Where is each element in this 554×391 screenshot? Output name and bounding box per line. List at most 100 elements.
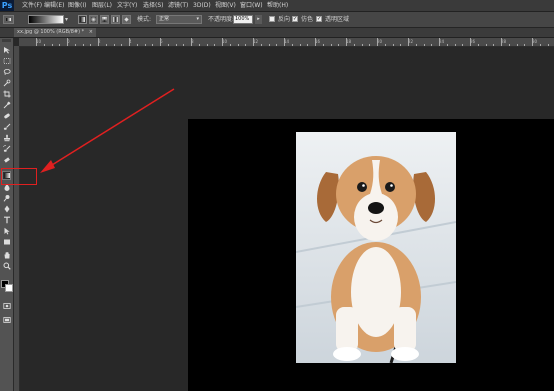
panel-grip[interactable]: [2, 39, 11, 42]
diamond-gradient-button[interactable]: [122, 15, 131, 24]
ruler-tick: [415, 44, 417, 46]
eyedropper-tool-icon[interactable]: [2, 100, 11, 109]
quick-select-tool-icon[interactable]: [2, 78, 11, 87]
clone-stamp-tool-icon[interactable]: [2, 133, 11, 142]
puppy-photo: [296, 132, 456, 363]
tools-panel: [0, 38, 14, 391]
ruler-tick: [322, 44, 324, 46]
chevron-down-icon: ▾: [196, 16, 199, 22]
ruler-tick: [346, 38, 347, 46]
gradient-preset-icon: [6, 18, 11, 21]
ruler-tick: [384, 44, 386, 46]
ruler-tick: [291, 44, 293, 46]
ruler-tick: [121, 44, 123, 46]
reverse-label: 反向: [278, 16, 291, 23]
ruler-tick: [214, 44, 216, 46]
mode-select[interactable]: 正常 ▾: [156, 15, 202, 24]
lasso-tool-icon[interactable]: [2, 67, 11, 76]
arrow-head-icon: [40, 160, 55, 173]
ruler-tick: [493, 44, 495, 46]
opacity-value: 100%: [235, 16, 250, 22]
ruler-tick: [144, 44, 146, 46]
menu-view[interactable]: 视图(V): [215, 0, 236, 11]
document-tab[interactable]: xx.jpg @ 100% (RGB/8#) * ×: [14, 28, 96, 37]
menu-select[interactable]: 选择(S): [143, 0, 164, 11]
ruler-tick: [136, 44, 138, 46]
gradient-tool-highlight: [1, 168, 37, 185]
ruler-tick: [237, 44, 239, 46]
menu-window[interactable]: 窗口(W): [240, 0, 263, 11]
ruler-tick: [74, 44, 76, 46]
dither-checkbox[interactable]: ✓: [292, 16, 298, 22]
angle-gradient-button[interactable]: [100, 15, 109, 24]
tool-preset-picker[interactable]: [3, 15, 14, 24]
zoom-tool-icon[interactable]: [2, 261, 11, 270]
dodge-tool-icon[interactable]: [2, 193, 11, 202]
path-select-tool-icon[interactable]: [2, 226, 11, 235]
menu-help[interactable]: 帮助(H): [267, 0, 288, 11]
linear-gradient-button[interactable]: [78, 15, 87, 24]
menu-edit[interactable]: 编辑(E): [44, 0, 64, 11]
menu-3d[interactable]: 3D(D): [193, 0, 211, 11]
ruler-tick: [67, 38, 68, 46]
ruler-tick: [276, 44, 278, 46]
ruler-tick: [446, 44, 448, 46]
opacity-slider-toggle[interactable]: ▸: [255, 15, 262, 24]
menu-layer[interactable]: 图层(L): [92, 0, 112, 11]
reflected-gradient-icon: [113, 17, 118, 22]
menu-image[interactable]: 图像(I): [68, 0, 86, 11]
ruler-tick: [408, 38, 409, 46]
ruler-tick: [508, 44, 510, 46]
ruler-tick: [423, 44, 425, 46]
ruler-tick: [524, 44, 526, 46]
ruler-tick: [330, 44, 332, 46]
menu-filter[interactable]: 滤镜(T): [168, 0, 188, 11]
hand-tool-icon[interactable]: [2, 250, 11, 259]
screen-mode-icon[interactable]: [2, 315, 11, 324]
marquee-tool-icon[interactable]: [2, 56, 11, 65]
gradient-dropdown-arrow-icon[interactable]: ▾: [65, 16, 68, 23]
options-bar: ▾ 模式: 正常 ▾ 不透明度: 100% ▸ 反向 ✓ 仿色 ✓ 透明区域: [0, 12, 554, 28]
background-color-swatch[interactable]: [5, 284, 13, 292]
ruler-tick: [501, 38, 502, 46]
ruler-tick: [431, 44, 433, 46]
ruler-tick: [191, 38, 192, 46]
move-tool-icon[interactable]: [2, 45, 11, 54]
shape-tool-icon[interactable]: [2, 237, 11, 246]
ruler-tick: [462, 44, 464, 46]
opacity-input[interactable]: 100%: [233, 15, 253, 24]
radial-gradient-icon: [91, 17, 96, 22]
close-icon[interactable]: ×: [89, 29, 93, 35]
ruler-tick: [307, 44, 309, 46]
crop-tool-icon[interactable]: [2, 89, 11, 98]
photoshop-logo: Ps: [0, 0, 14, 11]
ruler-tick: [284, 38, 285, 46]
ruler-tick: [43, 44, 45, 46]
menu-bar: Ps 文件(F) 编辑(E) 图像(I) 图层(L) 文字(Y) 选择(S) 滤…: [0, 0, 554, 12]
ruler-tick: [245, 44, 247, 46]
menu-type[interactable]: 文字(Y): [117, 0, 137, 11]
ruler-tick: [532, 38, 533, 46]
type-tool-icon[interactable]: [2, 215, 11, 224]
menu-file[interactable]: 文件(F): [22, 0, 42, 11]
quick-mask-icon[interactable]: [2, 301, 11, 310]
spot-heal-tool-icon[interactable]: [2, 111, 11, 120]
gradient-editor-swatch[interactable]: [28, 15, 64, 24]
history-brush-tool-icon[interactable]: [2, 144, 11, 153]
pen-tool-icon[interactable]: [2, 204, 11, 213]
transparency-label: 透明区域: [325, 16, 350, 23]
ruler-tick: [369, 44, 371, 46]
ruler-tick: [82, 44, 84, 46]
ruler-tick: [516, 44, 518, 46]
opacity-label: 不透明度:: [208, 16, 235, 23]
ruler-tick: [113, 44, 115, 46]
brush-tool-icon[interactable]: [2, 122, 11, 131]
document-tab-label: xx.jpg @ 100% (RGB/8#) *: [17, 29, 85, 35]
reflected-gradient-button[interactable]: [111, 15, 120, 24]
ruler-tick: [98, 38, 99, 46]
reverse-checkbox[interactable]: [269, 16, 275, 22]
transparency-checkbox[interactable]: ✓: [316, 16, 322, 22]
radial-gradient-button[interactable]: [89, 15, 98, 24]
ruler-tick: [454, 44, 456, 46]
eraser-tool-icon[interactable]: [2, 155, 11, 164]
